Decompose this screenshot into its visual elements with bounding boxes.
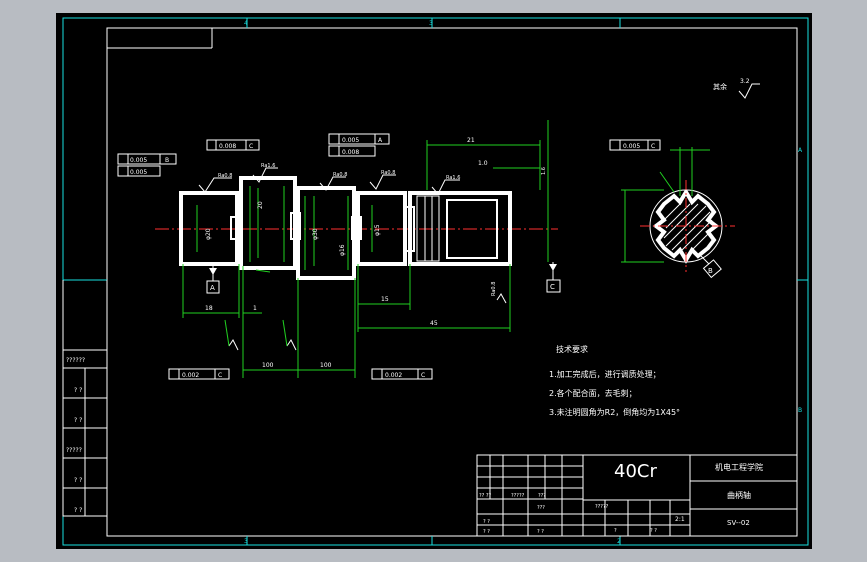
title-cell: ????? — [595, 504, 609, 510]
left-table-cell: ?????? — [66, 357, 85, 364]
part-name: 曲柄轴 — [727, 490, 751, 500]
roughness-label: Ra0.8 — [218, 173, 232, 179]
left-table-cell: ? ? — [74, 387, 82, 394]
dim-text: 1.6 — [541, 167, 547, 175]
roughness-label: Ra0.8 — [333, 172, 347, 178]
dim-text: 21 — [467, 137, 475, 144]
material-label: 40Cr — [614, 461, 657, 482]
gdt-value: 0.005 — [342, 137, 359, 144]
dim-text: 1.0 — [478, 160, 488, 167]
zone-letter-bottom: 3 — [244, 538, 248, 545]
dim-text: 15 — [381, 296, 389, 303]
gdt-value: 0.002 — [385, 372, 402, 379]
title-cell: ? ? — [537, 529, 544, 535]
tech-req-line: 1.加工完成后，进行调质处理； — [549, 369, 661, 379]
dim-text: φ16 — [339, 244, 346, 256]
title-cell: ? ? — [483, 529, 490, 535]
tech-req-line: 2.各个配合面，去毛刺； — [549, 388, 637, 398]
zone-letter-top: 4 — [244, 20, 248, 27]
roughness-label: Ra1.6 — [446, 175, 460, 181]
scale-value: 2:1 — [675, 516, 685, 523]
title-cell: ? — [614, 528, 617, 534]
zone-letter-top: 3 — [429, 20, 433, 27]
title-cell: ??? — [538, 493, 546, 499]
gdt-datum: C — [421, 372, 425, 379]
dim-text: 1 — [253, 305, 257, 312]
left-table-cell: ? ? — [74, 477, 82, 484]
dim-text: 18 — [205, 305, 213, 312]
gdt-value: 0.008 — [342, 149, 359, 156]
dim-text: φ20 — [205, 228, 212, 240]
drawing-number: SV--02 — [727, 519, 750, 527]
gdt-datum: C — [218, 372, 222, 379]
roughness-general-note: 其余 — [713, 82, 727, 91]
roughness-label: Ra1.6 — [261, 163, 275, 169]
roughness-label: Ra0.8 — [381, 170, 395, 176]
cad-drawing-viewport[interactable]: 4 3 A B 3 2 ?????? ? ? ? ? ????? ? ? ? ? — [0, 0, 867, 562]
tech-req-title: 技术要求 — [556, 344, 588, 354]
dim-text: φ15 — [374, 224, 381, 236]
drawing-canvas — [56, 13, 812, 549]
datum-letter: C — [550, 283, 555, 291]
gdt-value: 0.005 — [130, 169, 147, 176]
title-cell: ? ? — [483, 519, 490, 525]
title-cell: ????? — [511, 493, 525, 499]
roughness-label: Ra0.8 — [491, 282, 497, 296]
left-table-cell: ????? — [66, 447, 82, 454]
left-table-cell: ? ? — [74, 507, 82, 514]
roughness-general-value: 3.2 — [740, 78, 750, 85]
gdt-value: 0.008 — [219, 143, 236, 150]
school-name: 机电工程学院 — [715, 462, 763, 472]
gdt-datum: B — [165, 157, 169, 164]
dim-text: 20 — [257, 201, 264, 209]
dim-text: 45 — [430, 320, 438, 327]
zone-letter-right: B — [798, 407, 802, 414]
gdt-value: 0.002 — [182, 372, 199, 379]
left-table-cell: ? ? — [74, 417, 82, 424]
gdt-value: 0.005 — [130, 157, 147, 164]
title-cell: ?? ?? — [479, 493, 492, 499]
datum-letter: A — [210, 284, 215, 292]
gdt-datum: C — [651, 143, 655, 150]
zone-letter-bottom: 2 — [617, 538, 621, 545]
tech-req-line: 3.未注明圆角为R2，倒角均为1X45° — [549, 407, 680, 417]
title-cell: ? ? — [650, 528, 657, 534]
gdt-value: 0.005 — [623, 143, 640, 150]
dim-text: φ30 — [312, 228, 319, 240]
dim-text: 100 — [262, 362, 274, 369]
datum-letter: B — [708, 267, 713, 275]
title-cell: ??? — [537, 505, 545, 511]
gdt-datum: C — [249, 143, 253, 150]
dim-text: 100 — [320, 362, 332, 369]
